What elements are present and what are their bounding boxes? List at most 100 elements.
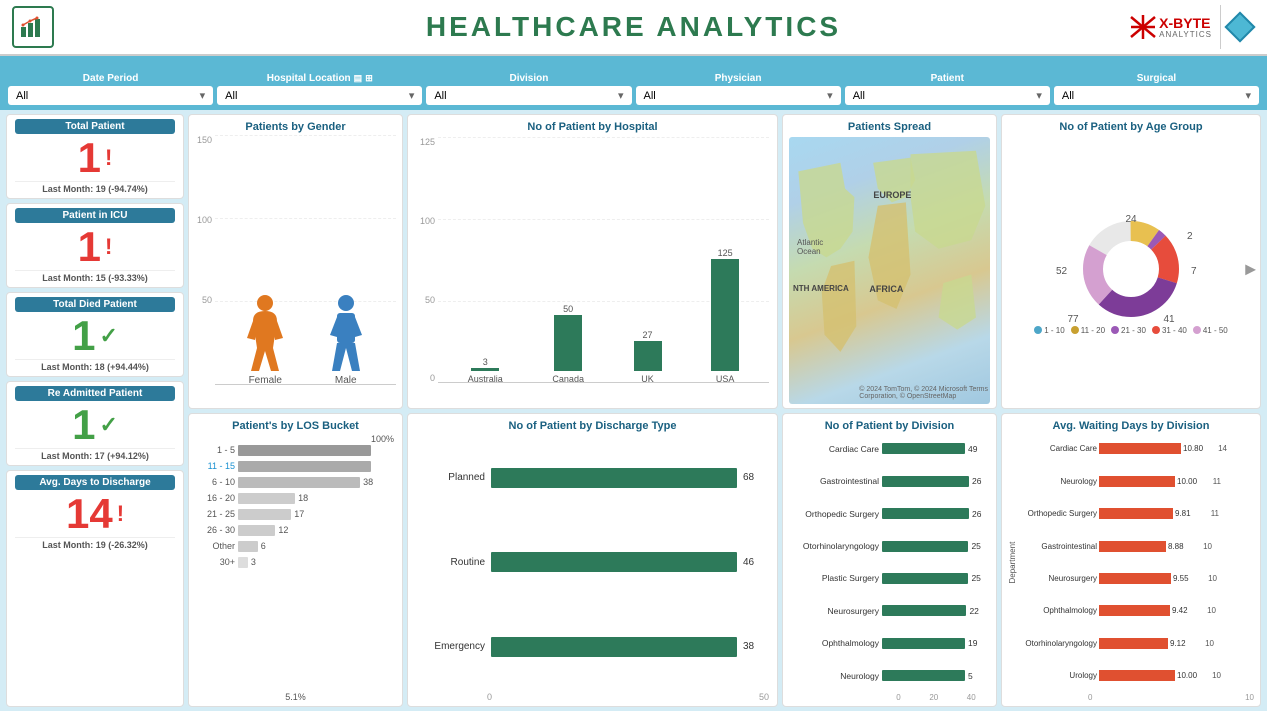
los-bucket-panel: Patient's by LOS Bucket 100% 1 - 5 11 - …: [188, 413, 403, 708]
diamond-icon: [1224, 11, 1255, 42]
patient-select[interactable]: All ▾: [845, 86, 1050, 105]
nth-america-label: NTH AMERICA: [793, 284, 849, 293]
europe-label: EUROPE: [873, 190, 911, 200]
patient-icu-badge: !: [105, 234, 112, 260]
los-row-other: Other 6: [197, 541, 394, 552]
male-figure: Male: [324, 293, 368, 386]
avg-days-badge: !: [117, 501, 124, 527]
avg-waiting-title: Avg. Waiting Days by Division: [1008, 420, 1254, 432]
surgical-label: Surgical: [1054, 73, 1259, 84]
patients-by-age-panel: No of Patient by Age Group: [1001, 114, 1261, 409]
map-credit: © 2024 TomTom, © 2024 Microsoft TermsCor…: [859, 386, 988, 400]
division-ortho: Orthopedic Surgery 26: [789, 508, 990, 519]
patients-by-hospital-panel: No of Patient by Hospital 125100500: [407, 114, 778, 409]
los-row-6-10: 6 - 10 38: [197, 477, 394, 488]
filters-bar: Date Period All ▾ Hospital Location ▤ ⊞ …: [0, 56, 1267, 110]
date-period-label: Date Period: [8, 73, 213, 84]
svg-text:41: 41: [1163, 314, 1175, 324]
los-row-21-25: 21 - 25 17: [197, 509, 394, 520]
division-label: Division: [426, 73, 631, 84]
patients-spread-panel: Patients Spread: [782, 114, 997, 409]
patient-filter[interactable]: Patient All ▾: [845, 73, 1050, 105]
age-donut-chart: 24 2 7 41 77 52: [1051, 204, 1211, 324]
avg-otorh: Otorhinolaryngology 9.12 10: [1019, 638, 1254, 649]
app-logo-icon: [12, 6, 54, 48]
discharge-planned: Planned 68: [420, 468, 765, 488]
total-patient-title: Total Patient: [15, 119, 175, 134]
los-row-30plus: 30+ 3: [197, 557, 394, 568]
patient-icu-subtitle: Last Month: 15 (-93.33%): [15, 270, 175, 283]
header-divider: [1220, 5, 1221, 48]
patient-label: Patient: [845, 73, 1050, 84]
patients-by-hospital-title: No of Patient by Hospital: [416, 121, 769, 133]
avg-days-value: 14: [66, 493, 113, 535]
bar-australia: 3 Australia: [468, 357, 503, 384]
discharge-routine: Routine 46: [420, 552, 765, 572]
age-chart-next-icon[interactable]: ▶: [1245, 261, 1256, 278]
total-patient-subtitle: Last Month: 19 (-94.74%): [15, 181, 175, 194]
hospital-location-filter[interactable]: Hospital Location ▤ ⊞ All ▾: [217, 73, 422, 105]
avg-neurosurg: Neurosurgery 9.55 10: [1019, 573, 1254, 584]
legend-11-20: 11 - 20: [1071, 326, 1105, 335]
physician-select[interactable]: All ▾: [636, 86, 841, 105]
los-row-16-20: 16 - 20 18: [197, 493, 394, 504]
brand-logo: X-BYTE ANALYTICS: [1129, 13, 1212, 41]
avg-cardiac: Cardiac Care 10.80 14: [1019, 443, 1254, 454]
svg-text:52: 52: [1056, 266, 1068, 277]
female-label: Female: [249, 375, 282, 386]
surgical-select[interactable]: All ▾: [1054, 86, 1259, 105]
chevron-down-icon: ▾: [1246, 89, 1252, 102]
hospital-bars: 3 Australia 50 Canada: [438, 137, 769, 384]
total-died-badge: ✓: [99, 323, 117, 349]
total-died-value: 1: [72, 315, 95, 357]
female-silhouette: [243, 293, 287, 373]
total-patient-badge: !: [105, 145, 112, 171]
legend-41-50: 41 - 50: [1193, 326, 1228, 335]
total-died-title: Total Died Patient: [15, 297, 175, 312]
surgical-filter[interactable]: Surgical All ▾: [1054, 73, 1259, 105]
division-filter[interactable]: Division All ▾: [426, 73, 631, 105]
chevron-down-icon: ▾: [200, 89, 206, 102]
avg-urology: Urology 10.00 10: [1019, 670, 1254, 681]
world-map-svg: [789, 137, 990, 404]
xbyte-logo-icon: [1129, 13, 1157, 41]
date-period-filter[interactable]: Date Period All ▾: [8, 73, 213, 105]
brand-sub: ANALYTICS: [1159, 30, 1212, 39]
filter-icon: ▤: [354, 73, 363, 84]
patients-by-division-panel: No of Patient by Division Cardiac Care 4…: [782, 413, 997, 708]
patients-by-age-title: No of Patient by Age Group: [1008, 121, 1254, 133]
re-admitted-value: 1: [72, 404, 95, 446]
avg-days-subtitle: Last Month: 19 (-26.32%): [15, 537, 175, 550]
date-period-select[interactable]: All ▾: [8, 86, 213, 105]
avg-days-card: Avg. Days to Discharge 14 ! Last Month: …: [6, 470, 184, 707]
svg-text:7: 7: [1191, 266, 1197, 277]
avg-ortho: Orthopedic Surgery 9.81 11: [1019, 508, 1254, 519]
total-patient-value: 1: [78, 137, 101, 179]
division-rows: Cardiac Care 49 Gastrointestinal 26 Orth…: [789, 434, 990, 692]
discharge-type-title: No of Patient by Discharge Type: [416, 420, 769, 432]
hospital-location-select[interactable]: All ▾: [217, 86, 422, 105]
los-pct-label: 100%: [197, 434, 394, 444]
division-cardiac: Cardiac Care 49: [789, 443, 990, 454]
hospital-location-label: Hospital Location ▤ ⊞: [217, 73, 422, 84]
africa-label: AFRICA: [869, 284, 903, 294]
re-admitted-title: Re Admitted Patient: [15, 386, 175, 401]
division-plastic: Plastic Surgery 25: [789, 573, 990, 584]
legend-31-40: 31 - 40: [1152, 326, 1187, 335]
avg-gastro: Gastrointestinal 8.88 10: [1019, 541, 1254, 552]
avg-waiting-y-label: Department: [1008, 434, 1017, 692]
svg-text:77: 77: [1067, 314, 1079, 324]
los-row-26-30: 26 - 30 12: [197, 525, 394, 536]
bar-uk: 27 UK: [634, 330, 662, 384]
legend-21-30: 21 - 30: [1111, 326, 1146, 335]
division-select[interactable]: All ▾: [426, 86, 631, 105]
division-otorh: Otorhinolaryngology 25: [789, 541, 990, 552]
female-figure: Female: [243, 293, 287, 386]
physician-filter[interactable]: Physician All ▾: [636, 73, 841, 105]
hospital-y-axis: 125100500: [416, 137, 438, 404]
legend-1-10: 1 - 10: [1034, 326, 1064, 335]
avg-waiting-panel: Avg. Waiting Days by Division Department…: [1001, 413, 1261, 708]
svg-text:24: 24: [1125, 214, 1137, 225]
discharge-rows: Planned 68 Routine 46 Emergency 3: [416, 436, 769, 690]
atlantic-label: AtlanticOcean: [797, 238, 823, 256]
